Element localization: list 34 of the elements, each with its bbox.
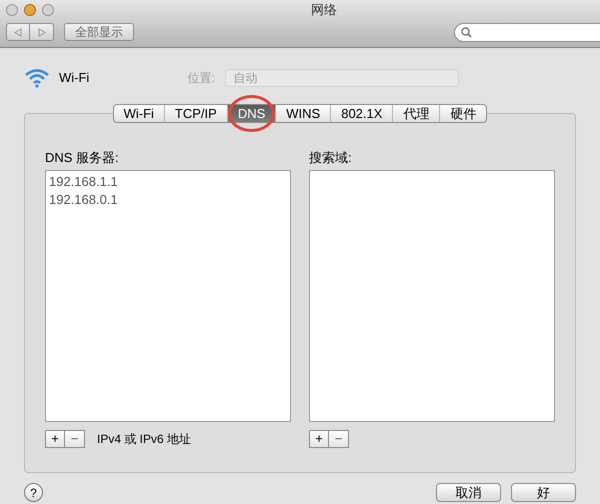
search-field[interactable] — [454, 22, 600, 42]
dns-servers-label: DNS 服务器: — [45, 149, 120, 167]
remove-button[interactable]: − — [65, 430, 85, 448]
add-button[interactable]: + — [45, 430, 65, 448]
help-button[interactable]: ? — [24, 483, 43, 502]
show-all-button[interactable]: 全部显示 — [64, 23, 134, 41]
back-button[interactable] — [6, 23, 30, 41]
dns-server-list[interactable]: 192.168.1.1 192.168.0.1 — [45, 170, 291, 422]
service-name: Wi-Fi — [59, 69, 90, 88]
forward-arrow-icon — [38, 28, 46, 36]
tab[interactable]: 代理 — [393, 105, 440, 122]
back-arrow-icon — [14, 28, 22, 36]
minimize-window-icon[interactable] — [24, 4, 36, 16]
location-label: 位置: — [187, 70, 215, 87]
tab[interactable]: 硬件 — [440, 105, 486, 122]
dns-server-entry[interactable]: 192.168.1.1 — [49, 172, 287, 190]
close-window-icon[interactable] — [6, 4, 18, 16]
search-domains-label: 搜索域: — [309, 149, 353, 167]
tab[interactable]: TCP/IP — [164, 105, 227, 122]
dialog-button[interactable]: 取消 — [436, 483, 501, 502]
address-hint: IPv4 或 IPv6 地址 — [97, 430, 192, 448]
tab[interactable]: Wi-Fi — [114, 105, 164, 122]
zoom-window-icon[interactable] — [42, 4, 54, 16]
search-icon — [461, 26, 472, 38]
tab[interactable]: 802.1X — [331, 105, 392, 122]
wifi-icon — [24, 68, 50, 88]
dialog-button[interactable]: 好 — [511, 483, 576, 502]
location-value: 自动 — [234, 70, 258, 87]
window-title: 网络 — [311, 1, 337, 20]
remove-button[interactable]: − — [329, 430, 349, 448]
tab[interactable]: WINS — [276, 105, 330, 122]
dns-server-entry[interactable]: 192.168.0.1 — [49, 190, 287, 208]
forward-button[interactable] — [30, 23, 54, 41]
add-button[interactable]: + — [309, 430, 329, 448]
